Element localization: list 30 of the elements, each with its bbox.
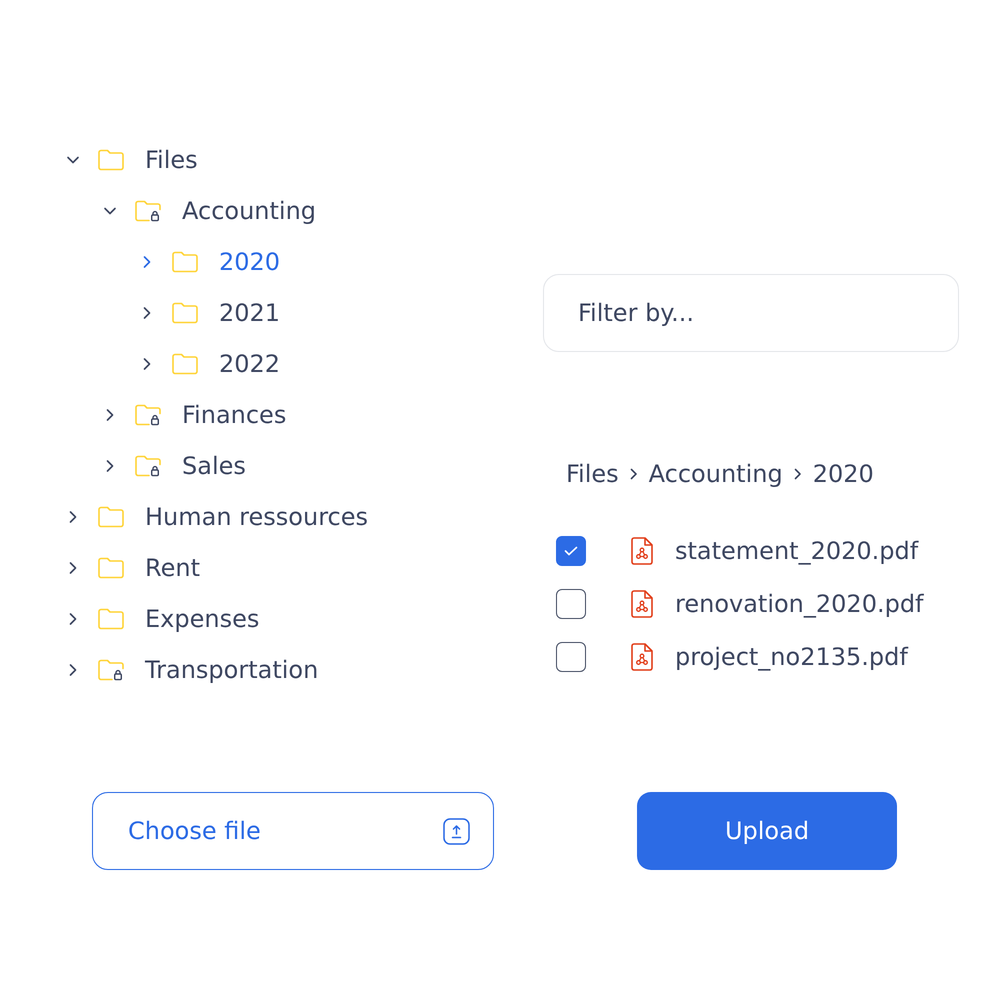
file-name[interactable]: statement_2020.pdf (675, 536, 918, 566)
folder-name[interactable]: Accounting (182, 196, 316, 226)
folder-name[interactable]: Expenses (145, 604, 260, 634)
folder-name[interactable]: 2020 (219, 246, 280, 276)
file-name[interactable]: renovation_2020.pdf (675, 588, 924, 618)
checkbox[interactable] (556, 588, 586, 618)
pdf-file-icon (631, 536, 653, 564)
folder-name[interactable]: Rent (145, 552, 200, 582)
folder-name[interactable]: Sales (182, 450, 246, 480)
folder-name[interactable]: Transportation (145, 654, 318, 684)
breadcrumb-item[interactable]: Files (566, 459, 619, 489)
upload-button[interactable]: Upload (637, 792, 897, 870)
chevron-right-icon (794, 468, 802, 480)
folder-name[interactable]: Finances (182, 400, 286, 430)
file-name[interactable]: project_no2135.pdf (675, 642, 908, 672)
folder-name[interactable]: 2021 (219, 298, 280, 328)
filter-field[interactable]: Filter by... (543, 274, 959, 352)
checkbox[interactable] (556, 642, 586, 672)
folder-name[interactable]: Human ressources (145, 502, 368, 532)
checkbox[interactable] (556, 536, 586, 566)
checkmark-icon (564, 546, 578, 556)
pdf-file-icon (631, 590, 653, 618)
folder-name[interactable]: 2022 (219, 348, 280, 378)
choose-file-button[interactable]: Choose file (92, 792, 494, 870)
chevron-right-icon (630, 468, 638, 480)
upload-icon (443, 818, 470, 844)
pdf-file-icon (631, 642, 653, 670)
breadcrumb-item[interactable]: 2020 (812, 459, 874, 489)
breadcrumb-item[interactable]: Accounting (648, 459, 783, 489)
folder-name[interactable]: Files (145, 144, 198, 174)
